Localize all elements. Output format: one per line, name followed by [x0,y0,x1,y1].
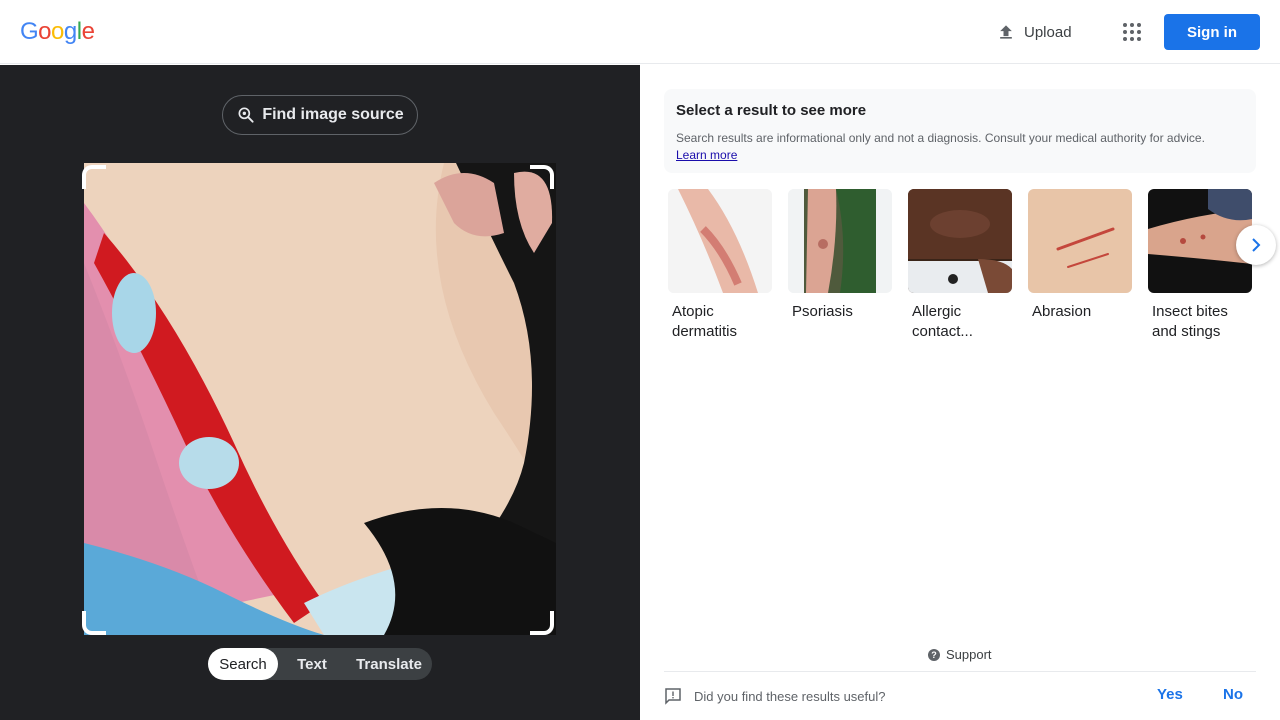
result-card-psoriasis[interactable]: Psoriasis [788,189,892,322]
result-label: Insect bites and stings [1152,303,1228,340]
sign-in-button[interactable]: Sign in [1164,14,1260,50]
result-card-abrasion[interactable]: Abrasion [1028,189,1132,322]
mode-text-tab[interactable]: Text [278,648,346,680]
crop-corner-bottom-left[interactable] [82,611,106,635]
apps-grid-icon [1123,23,1141,41]
logo-letter: G [20,18,39,45]
feedback-divider [664,671,1256,672]
google-apps-button[interactable] [1116,16,1148,48]
support-link[interactable]: ? Support [928,647,992,662]
crop-corner-top-right[interactable] [530,165,554,189]
allergic-contact-thumbnail [908,189,1012,293]
result-thumbnail [668,189,772,293]
result-label: Atopic dermatitis [672,303,738,340]
feedback-no-button[interactable]: No [1223,686,1243,703]
logo-letter: g [63,18,77,45]
mode-translate-tab[interactable]: Translate [346,648,432,680]
upload-button[interactable]: Upload [986,14,1082,50]
result-carousel: Atopic dermatitis Psoriasis Allergic con… [668,189,1268,349]
crop-corner-top-left[interactable] [82,165,106,189]
result-card-allergic-contact[interactable]: Allergic contact... [908,189,1012,342]
lens-search-icon [238,107,254,123]
result-label: Psoriasis [792,303,853,320]
chevron-right-icon [1252,238,1261,252]
feedback-question: Did you find these results useful? [694,688,886,704]
logo-letter: e [81,18,95,45]
psoriasis-thumbnail [788,189,892,293]
logo-letter: o [38,18,52,45]
disclaimer-text: Search results are informational only an… [676,131,1205,145]
mode-search-tab[interactable]: Search [208,648,278,680]
carousel-next-button[interactable] [1236,225,1276,265]
lens-mode-selector: Search Text Translate [208,648,432,680]
help-icon: ? [928,648,940,661]
lens-image-panel: Find image source Search Text Translate [0,65,640,720]
result-card-atopic-dermatitis[interactable]: Atopic dermatitis [668,189,772,342]
result-label: Abrasion [1032,303,1092,320]
feedback-yes-button[interactable]: Yes [1157,686,1183,703]
result-thumbnail [908,189,1012,293]
atopic-dermatitis-thumbnail [668,189,772,293]
top-bar: Google Upload Sign in [0,0,1280,64]
logo-letter: o [51,18,64,45]
find-image-source-button[interactable]: Find image source [222,95,418,135]
results-heading: Select a result to see more [676,102,867,119]
learn-more-link[interactable]: Learn more [676,147,737,163]
result-card-insect-bites[interactable]: Insect bites and stings [1148,189,1252,342]
feedback-bar: Did you find these results useful? Yes N… [664,685,1256,707]
query-photo [84,163,556,635]
results-panel: Select a result to see more Search resul… [640,65,1280,720]
crop-corner-bottom-right[interactable] [530,611,554,635]
search-image[interactable] [84,163,556,635]
disclaimer-box: Select a result to see more Search resul… [664,89,1256,173]
upload-label: Upload [1024,23,1072,41]
google-logo[interactable]: Google [20,18,95,46]
abrasion-thumbnail [1028,189,1132,293]
find-source-label: Find image source [262,106,404,123]
support-label: Support [946,647,992,662]
result-thumbnail [788,189,892,293]
result-label: Allergic contact... [912,303,973,340]
feedback-icon [665,688,681,705]
svg-text:?: ? [931,650,937,660]
upload-icon [1000,25,1012,39]
result-thumbnail [1028,189,1132,293]
